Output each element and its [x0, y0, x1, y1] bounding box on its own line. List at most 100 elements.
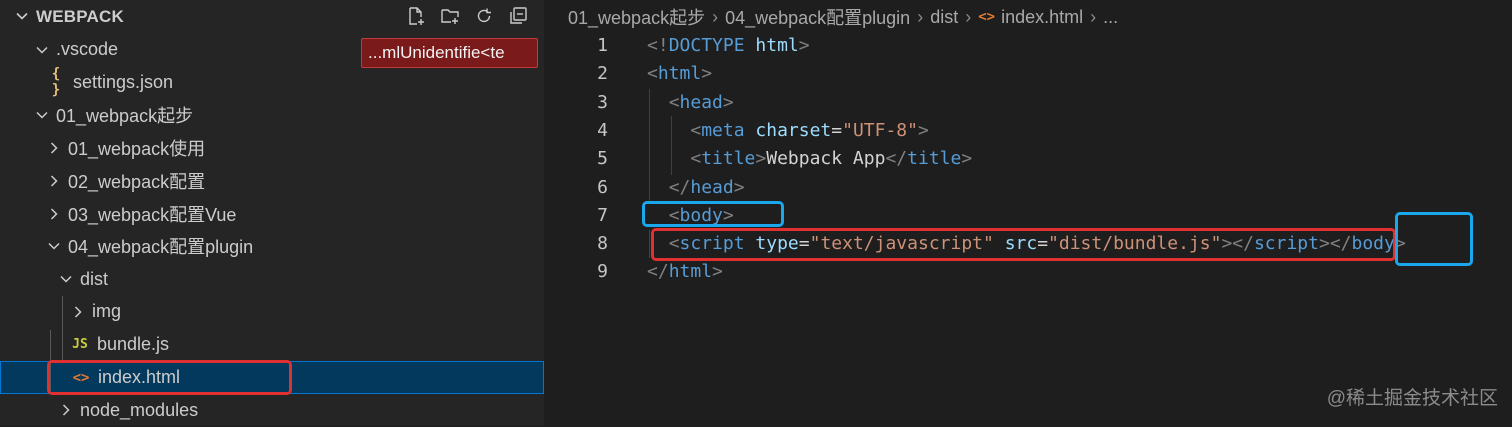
collapse-all-icon[interactable] [506, 5, 530, 27]
code-token-punct: > [798, 35, 810, 56]
breadcrumb-item[interactable]: dist [930, 7, 958, 28]
code-token-tag: html [657, 63, 702, 85]
tree-item-bundle-js[interactable]: JS bundle.js [0, 328, 544, 361]
explorer-header[interactable]: WEBPACK [0, 0, 544, 32]
code-line[interactable]: 9 </html> [544, 258, 1512, 286]
tree-item-label: node_modules [80, 399, 199, 420]
explorer-actions [404, 5, 530, 27]
code-line[interactable]: 2 <html> [544, 60, 1512, 88]
line-number: 8 [597, 233, 608, 255]
breadcrumb-item[interactable]: index.html [1001, 7, 1083, 28]
code-token-punct: </ [668, 176, 691, 198]
line-number: 2 [597, 63, 608, 85]
script-line-highlight [651, 228, 1396, 261]
breadcrumb-separator: › [917, 6, 924, 27]
tree-item-settings-json[interactable]: { } settings.json [0, 66, 544, 99]
code-token-punct: > [733, 176, 745, 198]
watermark: @稀土掘金技术社区 [1326, 388, 1498, 409]
indent-guide [649, 230, 650, 258]
code-token-punct: < [690, 148, 702, 170]
chevron-right-icon[interactable] [46, 173, 62, 189]
tree-item-label: 02_webpack配置 [68, 171, 206, 192]
new-folder-icon[interactable] [438, 5, 462, 27]
tree-item-label: .vscode [56, 39, 119, 59]
breadcrumb-item[interactable]: 01_webpack起步 [568, 4, 705, 30]
refresh-icon[interactable] [472, 5, 496, 27]
chevron-right-icon[interactable] [58, 402, 74, 418]
explorer-title: WEBPACK [36, 7, 124, 26]
breadcrumb-separator: › [965, 6, 972, 27]
body-open-highlight [642, 201, 784, 227]
tree-item-label: img [92, 301, 122, 322]
code-line[interactable]: 1 <!DOCTYPE html> [544, 32, 1512, 60]
code-token-tag: DOCTYPE [668, 35, 745, 56]
breadcrumb-separator: › [712, 6, 719, 27]
breadcrumb-item[interactable]: ... [1103, 7, 1118, 28]
chevron-down-icon[interactable] [34, 42, 50, 58]
code-text: <html> [647, 60, 712, 88]
code-token-tag: head [679, 91, 723, 113]
tree-item-node-modules[interactable]: node_modules [0, 394, 544, 427]
tree-item-03-webpack-vue[interactable]: 03_webpack配置Vue [0, 197, 544, 230]
tree-item-img[interactable]: img [0, 295, 544, 328]
code-token-tag: head [690, 176, 734, 198]
editor-pane: 01_webpack起步 › 04_webpack配置plugin › dist › < > i… [544, 0, 1512, 426]
chevron-down-icon[interactable] [58, 271, 74, 287]
chevron-right-icon[interactable] [70, 304, 86, 320]
code-token-attr: html [755, 35, 799, 56]
code-token-punct: > [712, 261, 723, 283]
tree-item-dist[interactable]: dist [0, 263, 544, 296]
chevron-right-icon[interactable] [46, 206, 62, 222]
code-token-str: "UTF-8" [842, 119, 918, 141]
tree-item-label: bundle.js [97, 334, 170, 355]
code-token-punct: > [961, 148, 973, 170]
body-close-highlight [1395, 212, 1473, 266]
js-file-icon: JS [72, 337, 88, 353]
line-number: 1 [597, 35, 608, 56]
selected-file-highlight [47, 360, 292, 395]
json-file-icon: { } [51, 66, 61, 99]
code-line[interactable]: 3 <head> [544, 89, 1512, 117]
tree-item-02-webpack[interactable]: 02_webpack配置 [0, 164, 544, 197]
tree-item-01-webpack[interactable]: 01_webpack起步 [0, 99, 544, 132]
tree-item-label: settings.json [73, 71, 174, 92]
code-line[interactable]: 4 <meta charset="UTF-8"> [544, 117, 1512, 145]
new-file-icon[interactable] [404, 5, 428, 27]
code-token-tag: title [907, 148, 962, 170]
code-token-punct: < [668, 91, 680, 113]
code-token-punct: > [701, 63, 713, 85]
tree-item-vscode[interactable]: .vscode [0, 33, 544, 66]
tree-item-01-webpack[interactable]: 01_webpack使用 [0, 131, 544, 164]
tree-item-04-webpack-plugin[interactable]: 04_webpack配置plugin [0, 230, 544, 263]
tree-item-label: 01_webpack起步 [56, 106, 194, 127]
chevron-right-icon[interactable] [46, 140, 62, 156]
chevron-down-icon[interactable] [34, 107, 50, 123]
line-number: 6 [597, 176, 608, 198]
line-number: 5 [597, 148, 608, 170]
code-text: </html> [647, 258, 723, 286]
code-token-punct: > [755, 148, 767, 170]
code-text: <head> [647, 89, 734, 117]
code-token-punct: </ [647, 261, 669, 283]
tree-item-label: 01_webpack使用 [68, 138, 206, 159]
line-number: 4 [597, 119, 608, 141]
chevron-down-icon[interactable] [14, 8, 30, 24]
code-text: <meta charset="UTF-8"> [647, 117, 928, 145]
code-token-punct: < [690, 119, 702, 141]
code-text: <!DOCTYPE html> [647, 32, 810, 60]
code-line[interactable]: 6 </head> [544, 174, 1512, 202]
code-token-punct: <! [647, 35, 669, 56]
code-token-tag: title [701, 148, 756, 170]
code-line[interactable]: 5 <title>Webpack App</title> [544, 145, 1512, 173]
chevron-down-icon[interactable] [46, 238, 62, 254]
indent-guide [671, 116, 672, 175]
indent-guide [62, 296, 63, 362]
code-token-eq: = [831, 119, 843, 141]
breadcrumb-item[interactable]: 04_webpack配置plugin [725, 4, 910, 30]
